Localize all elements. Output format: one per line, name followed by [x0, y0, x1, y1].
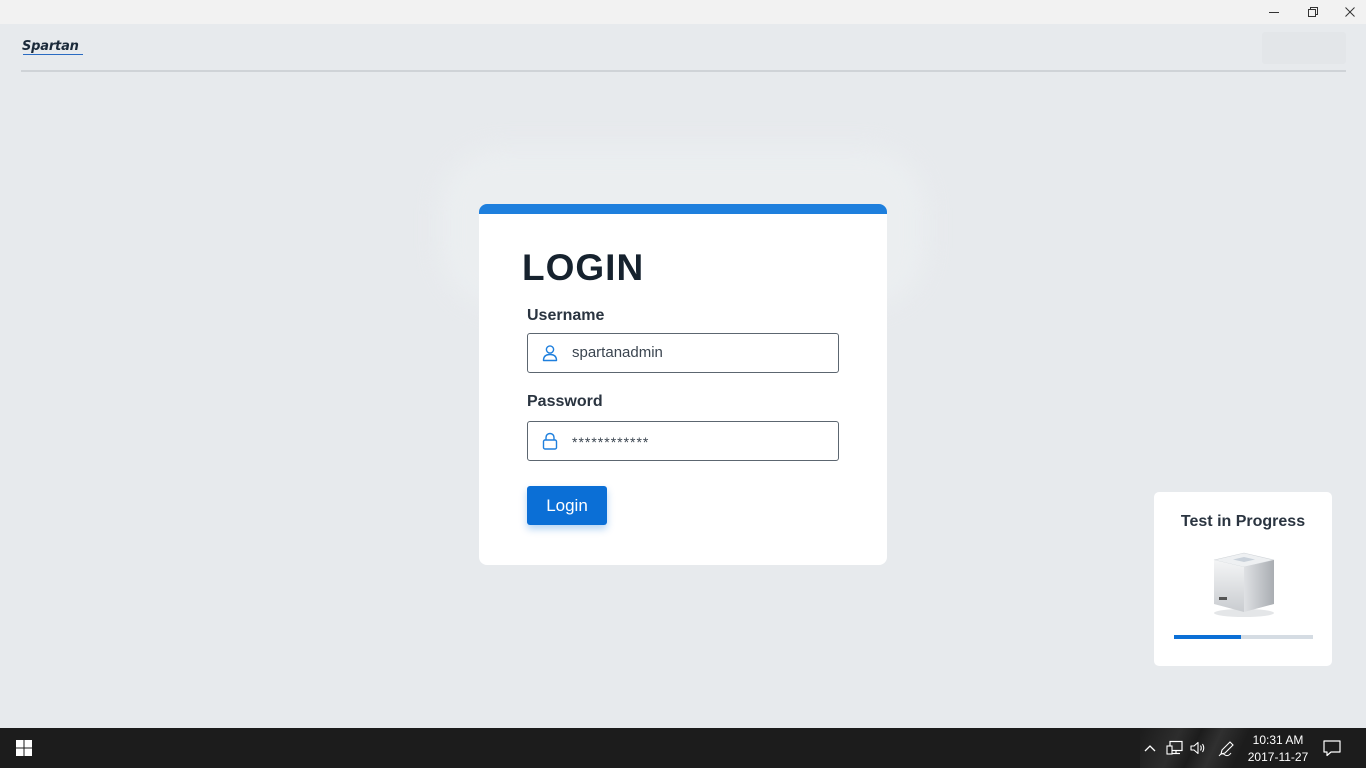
notification-icon	[1323, 740, 1341, 757]
header-placeholder	[1262, 32, 1346, 64]
chevron-up-icon[interactable]	[1140, 738, 1160, 758]
clock-date: 2017-11-27	[1247, 750, 1309, 764]
login-card: LOGIN Username spartanadmin Password ***…	[479, 204, 887, 565]
clock-time: 10:31 AM	[1252, 733, 1304, 747]
password-field[interactable]: ************	[527, 421, 839, 461]
notification-button[interactable]	[1322, 738, 1344, 758]
start-button[interactable]	[0, 728, 48, 768]
progress-bar	[1174, 635, 1313, 639]
app-header: Spartan	[21, 24, 1346, 72]
password-value: ************	[572, 434, 650, 450]
test-progress-panel: Test in Progress	[1154, 492, 1332, 666]
progress-bar-fill	[1174, 635, 1241, 639]
close-icon	[1345, 7, 1355, 17]
login-title: LOGIN	[522, 247, 645, 288]
card-accent-bar	[479, 204, 887, 214]
windows-icon	[16, 740, 32, 756]
password-label: Password	[527, 393, 603, 410]
device-icon	[1213, 552, 1275, 617]
username-field[interactable]: spartanadmin	[527, 333, 839, 373]
logo-underline	[23, 54, 83, 55]
progress-title: Test in Progress	[1180, 513, 1306, 530]
taskbar: 10:31 AM 2017-11-27	[0, 728, 1366, 768]
username-value: spartanadmin	[572, 344, 663, 361]
restore-button[interactable]	[1294, 0, 1332, 24]
taskbar-clock[interactable]: 10:31 AM 2017-11-27	[1246, 732, 1310, 766]
window-title-bar	[0, 0, 1366, 24]
volume-icon[interactable]	[1188, 738, 1208, 758]
minimize-icon	[1269, 12, 1279, 13]
username-label: Username	[527, 307, 605, 324]
login-button[interactable]: Login	[527, 486, 607, 525]
pen-icon[interactable]	[1217, 738, 1237, 758]
user-icon	[542, 345, 558, 362]
spartan-logo: Spartan	[22, 39, 79, 54]
restore-icon	[1308, 7, 1318, 17]
network-icon[interactable]	[1165, 738, 1185, 758]
close-button[interactable]	[1331, 0, 1366, 24]
lock-icon	[542, 432, 558, 450]
minimize-button[interactable]	[1255, 0, 1293, 24]
